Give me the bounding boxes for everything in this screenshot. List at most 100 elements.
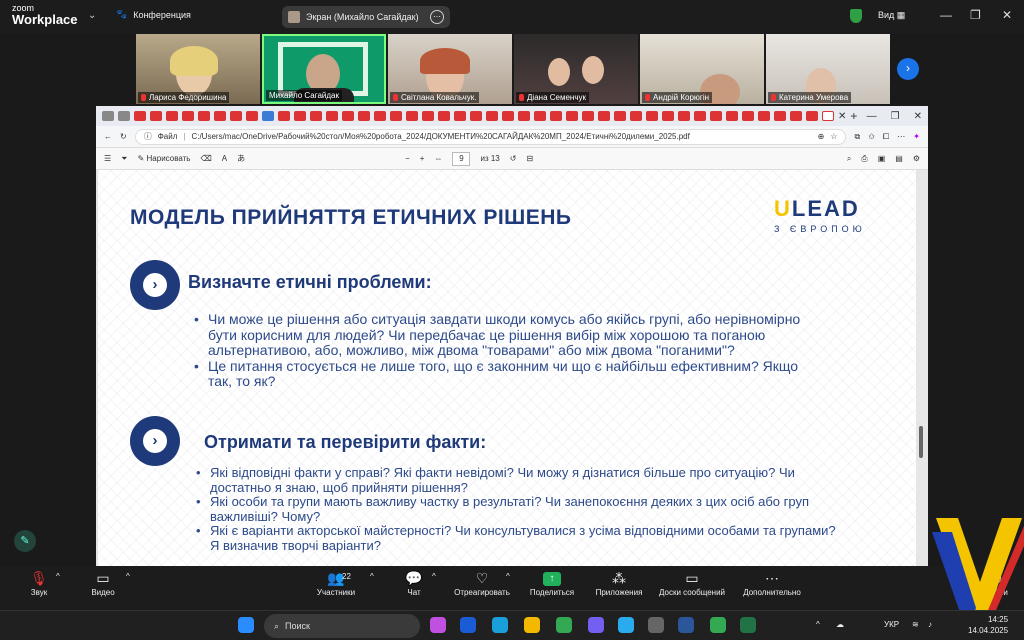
browser-tab[interactable]	[582, 111, 594, 121]
chevron-up-icon[interactable]: ^	[370, 572, 374, 581]
browser-tab[interactable]	[598, 111, 610, 121]
contents-icon[interactable]: ☰	[104, 154, 111, 163]
browser-tab[interactable]	[518, 111, 530, 121]
audio-button[interactable]: 🎙 Звук	[22, 570, 56, 597]
text-icon[interactable]: A	[222, 154, 227, 163]
browser-tab[interactable]	[630, 111, 642, 121]
browser-tab[interactable]	[230, 111, 242, 121]
read-aloud-icon[interactable]: あ	[237, 153, 245, 164]
browser-tab[interactable]	[694, 111, 706, 121]
chevron-up-icon[interactable]: ^	[432, 572, 436, 581]
browser-tab[interactable]	[614, 111, 626, 121]
rotate-icon[interactable]: ↺	[510, 154, 517, 163]
scrollbar-thumb[interactable]	[919, 426, 923, 458]
browser-tab[interactable]	[134, 111, 146, 121]
browser-tab[interactable]	[390, 111, 402, 121]
restore-icon[interactable]: ❐	[970, 8, 981, 22]
browser-tab[interactable]	[358, 111, 370, 121]
browser-tab[interactable]	[406, 111, 418, 121]
participant-tile[interactable]: Світлана Ковальчук.	[388, 34, 512, 104]
restore-icon[interactable]: ❐	[891, 111, 900, 122]
profile-icon[interactable]	[102, 111, 114, 121]
page-view-icon[interactable]: ⊟	[526, 154, 533, 163]
browser-tab[interactable]	[486, 111, 498, 121]
browser-tab[interactable]	[726, 111, 738, 121]
apps-button[interactable]: ⁂ Приложения	[592, 570, 646, 597]
viber-icon[interactable]	[588, 617, 604, 633]
copilot-icon[interactable]	[430, 617, 446, 633]
browser-tab[interactable]	[566, 111, 578, 121]
browser-tab[interactable]	[790, 111, 802, 121]
browser-tab[interactable]	[678, 111, 690, 121]
app-icon[interactable]	[648, 617, 664, 633]
browser-tab[interactable]	[422, 111, 434, 121]
meeting-info[interactable]: 🐾 Конференция	[116, 9, 191, 20]
chrome-icon[interactable]	[556, 617, 572, 633]
screen-share-pill[interactable]: Экран (Михайло Сагайдак) ⋯	[282, 6, 450, 28]
close-tab-icon[interactable]: ✕	[838, 111, 846, 122]
split-screen-icon[interactable]: ⧉	[854, 132, 860, 142]
react-button[interactable]: ♡ Отреагировать	[450, 570, 514, 597]
excel-icon[interactable]	[740, 617, 756, 633]
annotate-icon[interactable]: ✎	[14, 530, 36, 552]
participant-tile-active[interactable]: Михайло Сагайдак	[262, 34, 386, 104]
page-number-input[interactable]: 9	[452, 151, 471, 166]
browser-tab[interactable]	[758, 111, 770, 121]
copilot-icon[interactable]: ✦	[913, 132, 920, 141]
taskbar-clock[interactable]: 14:25 14.04.2025	[968, 614, 1008, 636]
browser-tab[interactable]	[502, 111, 514, 121]
reload-icon[interactable]: ↻	[120, 132, 127, 141]
share-button[interactable]: ↑ Поделиться	[526, 570, 578, 597]
telegram-icon[interactable]	[618, 617, 634, 633]
browser-tab[interactable]	[662, 111, 674, 121]
menu-icon[interactable]: ⋯	[897, 132, 905, 141]
browser-tab[interactable]	[646, 111, 658, 121]
browser-tab[interactable]	[246, 111, 258, 121]
filter-icon[interactable]: ⏷	[121, 154, 127, 164]
next-page-icon[interactable]: ›	[897, 58, 919, 80]
address-bar[interactable]: ⓘ Файл | C:/Users/mac/OneDrive/Рабочий%2…	[134, 128, 847, 145]
chevron-down-icon[interactable]: ⌄	[88, 10, 96, 21]
minimize-icon[interactable]: —	[940, 8, 952, 22]
star-icon[interactable]: ☆	[830, 132, 837, 141]
browser-tab[interactable]	[470, 111, 482, 121]
minimize-icon[interactable]: —	[867, 111, 877, 122]
browser-tab[interactable]	[166, 111, 178, 121]
chat-button[interactable]: 💬 Чат	[402, 570, 426, 597]
draw-button[interactable]: ✎ Нарисовать	[138, 154, 191, 163]
browser-tab[interactable]	[262, 111, 274, 121]
zoom-out-icon[interactable]: −	[405, 154, 410, 163]
chevron-up-icon[interactable]: ^	[816, 620, 820, 629]
taskbar-search[interactable]: ⌕ Поиск	[264, 614, 420, 638]
browser-tab[interactable]	[374, 111, 386, 121]
chevron-up-icon[interactable]: ^	[56, 572, 60, 581]
workspaces-icon[interactable]	[118, 111, 130, 121]
video-button[interactable]: ▭ Видео	[86, 570, 120, 597]
file-explorer-icon[interactable]	[524, 617, 540, 633]
save-as-icon[interactable]: ▤	[895, 154, 903, 163]
browser-tab-active[interactable]	[822, 111, 834, 121]
back-icon[interactable]: ←	[104, 132, 112, 141]
eraser-icon[interactable]: ⌫	[200, 154, 211, 163]
wifi-icon[interactable]: ≋	[912, 620, 919, 629]
participants-button[interactable]: 👥 22 Участники	[312, 570, 360, 597]
boards-button[interactable]: ▭ Доски сообщений	[654, 570, 730, 597]
participant-tile[interactable]: Лариса Федоришина	[136, 34, 260, 104]
word-icon[interactable]	[678, 617, 694, 633]
start-icon[interactable]	[238, 617, 254, 633]
more-button[interactable]: ⋯ Дополнительно	[738, 570, 806, 597]
view-button[interactable]: Вид ▦	[878, 10, 905, 21]
browser-tab[interactable]	[742, 111, 754, 121]
close-icon[interactable]: ✕	[914, 111, 922, 122]
favorites-icon[interactable]: ✩	[868, 132, 875, 141]
shield-icon[interactable]	[850, 9, 862, 23]
chevron-up-icon[interactable]: ^	[126, 572, 130, 581]
weather-icon[interactable]: ☁	[836, 620, 844, 629]
participant-tile[interactable]: Катерина Умерова	[766, 34, 890, 104]
save-icon[interactable]: ▣	[878, 154, 886, 163]
zoom-in-icon[interactable]: +	[420, 154, 425, 163]
browser-tab[interactable]	[438, 111, 450, 121]
browser-tab[interactable]	[294, 111, 306, 121]
browser-tab[interactable]	[774, 111, 786, 121]
chevron-up-icon[interactable]: ^	[506, 572, 510, 581]
